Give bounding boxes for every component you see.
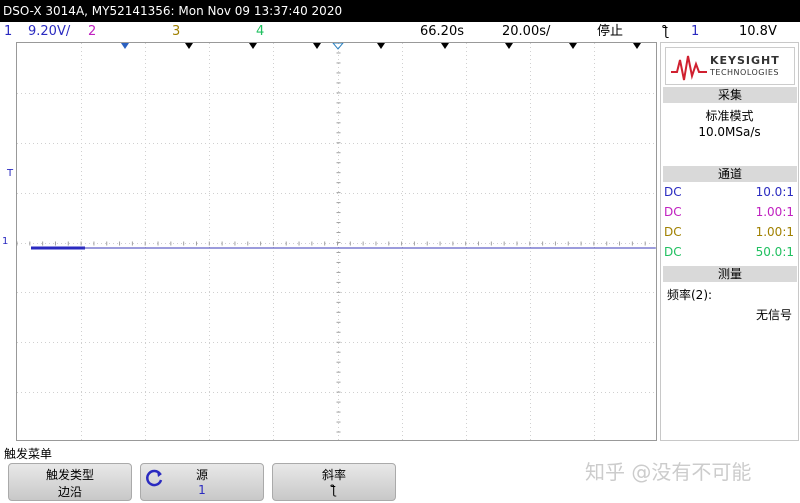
- measure-label: 频率(2):: [667, 288, 713, 302]
- measure-header[interactable]: 测量: [663, 266, 797, 282]
- ch3-probe-ratio: 1.00:1: [755, 225, 794, 239]
- run-state[interactable]: 停止: [597, 22, 623, 42]
- time-marker-icon: [185, 43, 193, 49]
- time-marker-icon: [505, 43, 513, 49]
- ch4-probe-ratio: 50.0:1: [755, 245, 794, 259]
- status-bar: 1 9.20V/ 2 3 4 66.20s 20.00s/ 停止 ƪ 1 10.…: [0, 22, 800, 42]
- trigger-type-value: 边沿: [57, 485, 82, 499]
- scope-grid: [17, 43, 656, 440]
- ch1-coupling: DC: [664, 185, 682, 199]
- time-marker-icon: [633, 43, 641, 49]
- time-offset[interactable]: 66.20s: [420, 22, 464, 42]
- source-label: 源: [195, 468, 208, 482]
- time-scale[interactable]: 20.00s/: [502, 22, 550, 42]
- time-marker-icon: [377, 43, 385, 49]
- keysight-logo: KEYSIGHT TECHNOLOGIES: [665, 47, 795, 85]
- window-title: DSO-X 3014A, MY52141356: Mon Nov 09 13:3…: [0, 0, 800, 22]
- acquisition-mode: 标准模式: [705, 109, 754, 123]
- info-panel: KEYSIGHT TECHNOLOGIES 采集 标准模式 10.0MSa/s …: [660, 42, 799, 441]
- slope-label: 斜率: [321, 468, 346, 482]
- source-softkey[interactable]: 源 1: [140, 463, 264, 501]
- trigger-type-label: 触发类型: [45, 468, 94, 482]
- ch4-coupling: DC: [664, 245, 682, 259]
- time-marker-icon: [313, 43, 321, 49]
- trigger-level[interactable]: 10.8V: [739, 22, 777, 42]
- trigger-edge-icon: ƪ: [664, 24, 669, 39]
- ch3-number[interactable]: 3: [172, 22, 180, 42]
- sample-rate: 10.0MSa/s: [698, 125, 761, 139]
- ch1-number[interactable]: 1: [4, 22, 12, 42]
- ch3-coupling: DC: [664, 225, 682, 239]
- brand-name: KEYSIGHT: [710, 54, 780, 67]
- channels-header[interactable]: 通道: [663, 166, 797, 182]
- ch2-number[interactable]: 2: [88, 22, 96, 42]
- time-marker-icon: [121, 43, 129, 49]
- ch4-number[interactable]: 4: [256, 22, 264, 42]
- measure-value: 无信号: [755, 308, 792, 322]
- ch2-probe-ratio: 1.00:1: [755, 205, 794, 219]
- trigger-channel[interactable]: 1: [691, 22, 699, 42]
- ch1-scale[interactable]: 9.20V/: [28, 22, 70, 42]
- time-marker-icon: [569, 43, 577, 49]
- ground-marker[interactable]: 1: [2, 236, 8, 247]
- trigger-type-softkey[interactable]: 触发类型 边沿: [8, 463, 132, 501]
- trigger-level-marker[interactable]: T: [7, 168, 13, 179]
- ch2-coupling: DC: [664, 205, 682, 219]
- keysight-wave-icon: [671, 55, 707, 81]
- slope-value: ƪ: [331, 483, 337, 497]
- left-marker-strip: T 1: [0, 42, 16, 441]
- menu-title: 触发菜单: [4, 447, 53, 461]
- acquisition-header[interactable]: 采集: [663, 87, 797, 103]
- brand-subtitle: TECHNOLOGIES: [710, 68, 779, 77]
- watermark-text: 知乎 @没有不可能: [585, 460, 752, 484]
- waveform-display[interactable]: [16, 42, 657, 441]
- time-marker-icon: [249, 43, 257, 49]
- time-marker-icon: [441, 43, 449, 49]
- source-value: 1: [198, 483, 206, 497]
- slope-softkey[interactable]: 斜率 ƪ: [272, 463, 396, 501]
- ch1-probe-ratio: 10.0:1: [755, 185, 794, 199]
